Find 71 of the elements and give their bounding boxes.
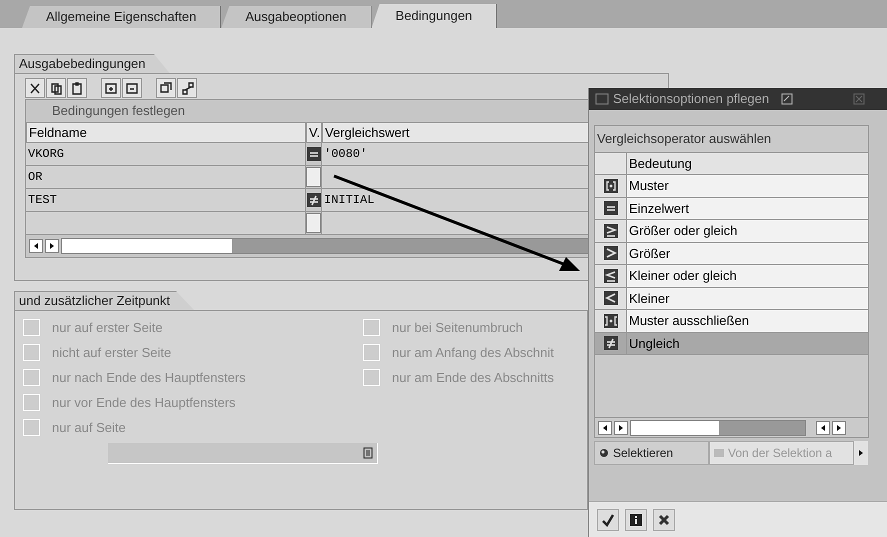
paste-icon [70,81,84,95]
group-title: und zusätzlicher Zeitpunkt [14,291,194,310]
list-item[interactable]: Kleiner [627,288,868,310]
right-triangle-icon [48,242,56,250]
tab[interactable]: Bedingungen [372,4,498,28]
hierarchy-button[interactable] [177,78,197,98]
table-cell: TEST [26,189,306,212]
insert-row-button[interactable] [101,78,121,98]
dropdown-icon [363,447,373,459]
info-icon [629,512,643,526]
list-item[interactable]: Ungleich [627,332,868,355]
scroll-left-button[interactable] [598,420,612,434]
delete-row-button[interactable] [122,78,142,98]
right-triangle-icon [835,424,843,432]
left-triangle-icon [819,424,827,432]
checkmark-icon [601,512,615,526]
list-item[interactable]: Größer oder gleich [627,220,868,242]
copy-icon [49,81,63,95]
more-tabs-button[interactable] [854,441,868,465]
copy-button[interactable] [46,78,66,98]
hierarchy-icon [180,81,194,95]
window-title: Selektionsoptionen pflegen [613,90,770,108]
list-item[interactable]: Einzelwert [627,198,868,220]
delete-row-icon [125,81,139,95]
duplicate-icon [159,81,173,95]
window-icon [595,93,609,105]
checkbox-label: nur am Anfang des Abschnit [392,344,554,362]
scroll-right-button[interactable] [832,420,846,434]
square-icon [714,448,724,458]
insert-row-icon [104,81,118,95]
table-cell: VKORG [26,143,306,166]
tab[interactable]: Selektieren [594,441,709,465]
operator-button[interactable] [306,213,321,233]
list-item[interactable]: Muster [627,175,868,198]
scroll-right-button[interactable] [614,420,628,434]
list-item[interactable]: Kleiner oder gleich [627,265,868,288]
column-header: Feldname [26,122,306,143]
checkbox-label: nur am Ende des Abschnitts [392,368,554,387]
left-triangle-icon [32,242,40,250]
close-icon [657,512,671,526]
left-triangle-icon [601,424,609,432]
group-title: Ausgabebedingungen [14,54,170,73]
checkbox-label: nur nach Ende des Hauptfensters [52,368,246,387]
tab[interactable]: Allgemeine Eigenschaften [22,6,222,28]
edit-icon[interactable] [781,93,794,105]
list-item[interactable]: Größer [627,242,868,265]
right-triangle-icon [617,424,625,432]
list-item[interactable]: Muster ausschließen [627,310,868,332]
checkbox-label: nicht auf erster Seite [52,344,172,362]
page-select-field[interactable] [108,443,378,464]
scissors-button[interactable] [25,78,45,98]
confirm-button[interactable] [597,508,619,530]
radio-icon [599,448,609,458]
checkbox-label: nur auf erster Seite [52,318,163,337]
right-triangle-icon [857,449,865,457]
paste-button[interactable] [67,78,87,98]
cancel-button[interactable] [653,508,675,530]
checkbox-label: nur bei Seitenumbruch [392,318,523,337]
column-header: Bedeutung [627,153,868,175]
checkbox-label: nur vor Ende des Hauptfensters [52,394,236,412]
scroll-left-button[interactable] [816,420,830,434]
table-title: Bedingungen festlegen [51,102,186,120]
duplicate-button[interactable] [156,78,176,98]
operator-button[interactable] [306,167,321,187]
checkbox-label: nur auf Seite [52,418,126,437]
tab[interactable]: Ausgabeoptionen [221,6,372,28]
table-cell: OR [26,166,306,189]
info-button[interactable] [625,508,647,530]
scroll-right-button[interactable] [45,239,59,253]
scroll-left-button[interactable] [29,239,43,253]
column-header: V.. [306,122,322,143]
